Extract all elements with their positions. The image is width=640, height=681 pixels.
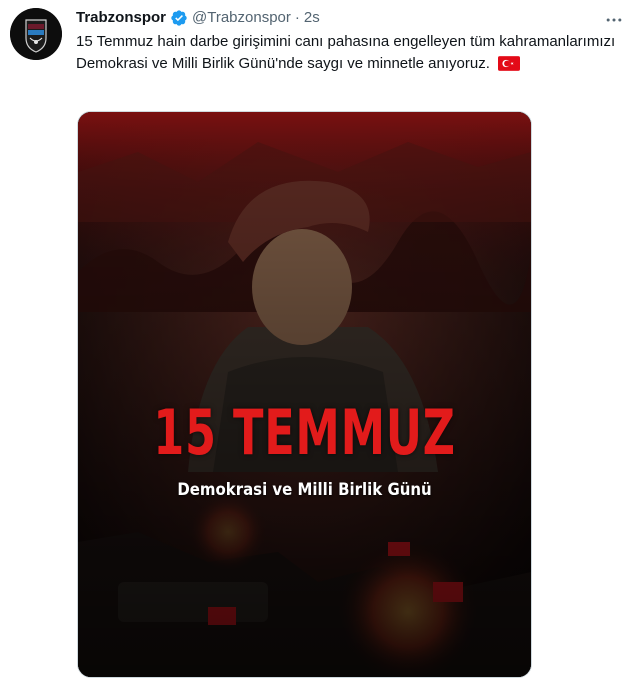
poster-title: 15 TEMMUZ: [153, 396, 456, 469]
turkey-flag-icon: [498, 56, 521, 71]
tweet-text-content: 15 Temmuz hain darbe girişimini canı pah…: [76, 33, 616, 72]
tweet-image[interactable]: 15 TEMMUZ Demokrasi ve Milli Birlik Günü: [77, 111, 532, 678]
verified-badge-icon: [171, 10, 187, 26]
more-horizontal-icon[interactable]: [602, 8, 626, 32]
tweet-text: 15 Temmuz hain darbe girişimini canı pah…: [76, 31, 616, 75]
separator-dot: ·: [294, 9, 300, 26]
author-handle[interactable]: @Trabzonspor: [192, 9, 291, 27]
author-name[interactable]: Trabzonspor: [76, 9, 166, 27]
poster-subtitle: Demokrasi ve Milli Birlik Günü: [177, 480, 432, 500]
tweet-header: Trabzonspor @Trabzonspor · 2s: [76, 9, 600, 27]
poster-artwork: [78, 112, 531, 677]
avatar[interactable]: [10, 8, 62, 60]
tweet: Trabzonspor @Trabzonspor · 2s 15 Temmuz …: [0, 0, 640, 681]
tweet-timestamp[interactable]: 2s: [304, 9, 320, 27]
trabzonspor-logo-icon: [10, 8, 62, 60]
